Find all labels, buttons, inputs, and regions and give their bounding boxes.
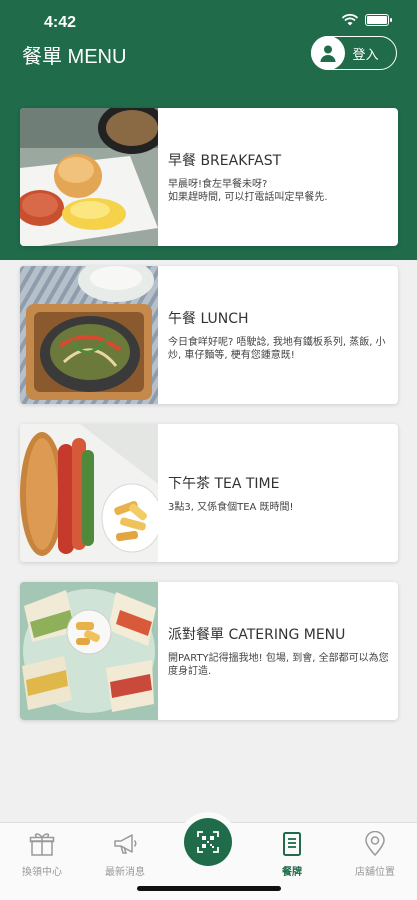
tab-rewards[interactable]: 換領中心 — [2, 831, 82, 881]
card-description: 開PARTY記得搵我地! 包場, 到會, 全部都可以為您度身訂造. — [168, 653, 389, 677]
megaphone-icon — [114, 834, 137, 854]
tab-label: 最新消息 — [105, 867, 145, 878]
card-title: 下午茶 TEA TIME — [168, 475, 280, 492]
tab-news[interactable]: 最新消息 — [85, 831, 165, 881]
menu-card-lunch[interactable]: 午餐 LUNCH 今日食咩好呢? 唔駛諗, 我地有鐵板系列, 蒸飯, 小炒, 車… — [20, 266, 398, 404]
gift-icon — [29, 833, 55, 856]
tea-time-image — [20, 424, 158, 562]
qr-scan-button[interactable] — [184, 818, 232, 866]
card-title: 早餐 BREAKFAST — [168, 153, 282, 169]
card-text: 下午茶 TEA TIME 3點3, 又係食個TEA 既時間! — [168, 424, 392, 562]
card-text: 早餐 BREAKFAST 早晨呀!食左早餐未呀? 如果趕時間, 可以打電話叫定早… — [168, 108, 392, 246]
tab-menu[interactable]: 餐牌 — [252, 831, 332, 881]
card-text: 派對餐單 CATERING MENU 開PARTY記得搵我地! 包場, 到會, … — [168, 582, 392, 720]
login-button[interactable]: 登入 — [310, 36, 397, 70]
tab-label: 餐牌 — [282, 867, 302, 878]
status-icons — [341, 14, 392, 26]
card-description: 3點3, 又係食個TEA 既時間! — [168, 501, 294, 513]
card-title: 午餐 LUNCH — [168, 311, 249, 327]
status-time: 4:42 — [44, 14, 77, 31]
menu-card-breakfast[interactable]: 早餐 BREAKFAST 早晨呀!食左早餐未呀? 如果趕時間, 可以打電話叫定早… — [20, 108, 398, 246]
page-title: 餐單 MENU — [22, 46, 127, 68]
tab-label: 換領中心 — [22, 867, 62, 878]
catering-image — [20, 582, 158, 720]
tab-store-location[interactable]: 店舖位置 — [335, 831, 415, 881]
wifi-icon — [341, 14, 359, 26]
card-text: 午餐 LUNCH 今日食咩好呢? 唔駛諗, 我地有鐵板系列, 蒸飯, 小炒, 車… — [168, 266, 392, 404]
user-avatar-icon — [310, 36, 345, 70]
breakfast-image — [20, 108, 158, 246]
tab-label: 店舖位置 — [355, 867, 395, 878]
card-title: 派對餐單 CATERING MENU — [168, 627, 346, 643]
lunch-image — [20, 266, 158, 404]
menu-card-catering[interactable]: 派對餐單 CATERING MENU 開PARTY記得搵我地! 包場, 到會, … — [20, 582, 398, 720]
menu-card-tea-time[interactable]: 下午茶 TEA TIME 3點3, 又係食個TEA 既時間! — [20, 424, 398, 562]
battery-icon — [365, 14, 392, 26]
home-indicator — [137, 886, 281, 891]
menu-document-icon — [283, 832, 301, 856]
qr-scan-icon — [197, 831, 219, 853]
login-label: 登入 — [352, 47, 379, 63]
card-description: 早晨呀!食左早餐未呀? 如果趕時間, 可以打電話叫定早餐先. — [168, 179, 328, 203]
card-description: 今日食咩好呢? 唔駛諗, 我地有鐵板系列, 蒸飯, 小炒, 車仔麵等, 梗有您鍾… — [168, 337, 386, 361]
location-pin-icon — [365, 831, 385, 857]
